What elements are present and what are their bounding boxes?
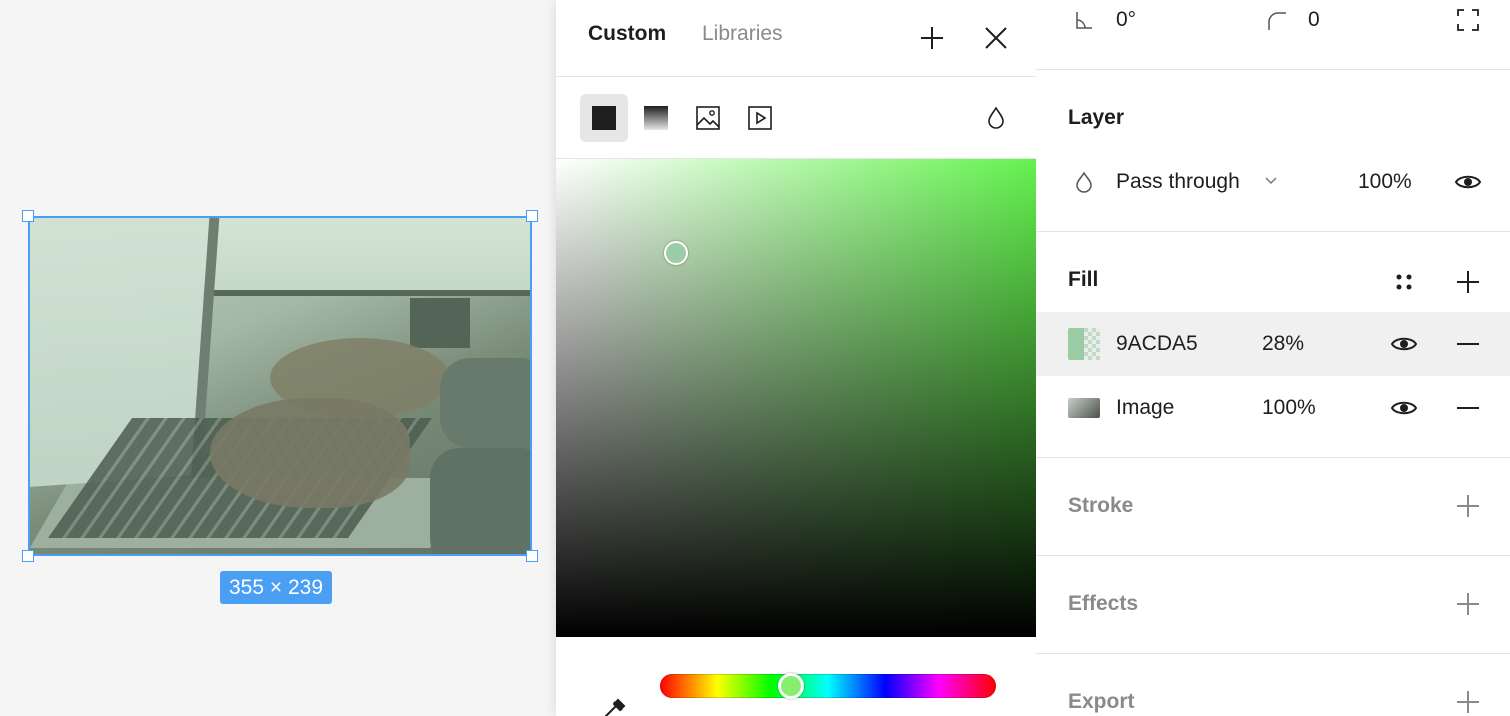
eye-icon[interactable] <box>1390 333 1418 355</box>
selected-image-frame[interactable] <box>28 216 532 556</box>
saturation-brightness-area[interactable] <box>556 159 1036 637</box>
resize-handle-bottom-right[interactable] <box>526 550 538 562</box>
image-fill-opacity[interactable]: 100% <box>1262 396 1316 420</box>
transform-section: 0° 0 <box>1036 0 1510 70</box>
stroke-section: Stroke <box>1036 458 1510 556</box>
remove-fill-icon[interactable] <box>1456 398 1480 418</box>
fill-opacity[interactable]: 28% <box>1262 332 1304 356</box>
solid-fill-button[interactable] <box>580 94 628 142</box>
eyedropper-button[interactable] <box>600 696 628 716</box>
hue-slider[interactable] <box>660 673 996 699</box>
independent-corners-icon[interactable] <box>1456 8 1480 32</box>
image-fill-button[interactable] <box>684 94 732 142</box>
layer-opacity[interactable]: 100% <box>1358 170 1412 194</box>
picker-header: Custom Libraries <box>556 0 1036 77</box>
plus-icon <box>921 27 943 49</box>
gradient-fill-icon <box>644 106 668 130</box>
color-selector-knob[interactable] <box>664 241 688 265</box>
tab-libraries[interactable]: Libraries <box>702 22 783 46</box>
video-fill-button[interactable] <box>736 94 784 142</box>
resize-handle-bottom-left[interactable] <box>22 550 34 562</box>
image-icon <box>696 106 720 130</box>
resize-handle-top-right[interactable] <box>526 210 538 222</box>
selection-size-badge: 355 × 239 <box>220 571 333 604</box>
video-icon <box>748 106 772 130</box>
blend-mode-dropdown[interactable]: Pass through <box>1116 170 1240 194</box>
rotation-icon <box>1076 12 1092 29</box>
image-thumbnail[interactable] <box>1068 398 1100 418</box>
blend-drop-icon <box>1076 171 1092 193</box>
add-export-icon[interactable] <box>1456 690 1480 714</box>
style-grid-icon[interactable] <box>1392 270 1416 294</box>
corner-radius-value[interactable]: 0 <box>1308 8 1320 32</box>
fill-title: Fill <box>1068 268 1099 291</box>
close-picker-button[interactable] <box>978 20 1014 56</box>
gradient-fill-button[interactable] <box>632 94 680 142</box>
add-fill-icon[interactable] <box>1456 270 1480 294</box>
add-stroke-icon[interactable] <box>1456 494 1480 518</box>
fill-type-toolbar <box>556 77 1036 159</box>
drop-icon <box>988 106 1004 129</box>
resize-handle-top-left[interactable] <box>22 210 34 222</box>
eyedropper-icon <box>604 698 626 716</box>
blend-mode-button[interactable] <box>972 94 1020 142</box>
export-title: Export <box>1068 690 1135 713</box>
add-effect-icon[interactable] <box>1456 592 1480 616</box>
rotation-value[interactable]: 0° <box>1116 8 1136 32</box>
eye-icon[interactable] <box>1390 397 1418 419</box>
properties-panel: 0° 0 Layer Pass through 100% Fill 9ACDA5… <box>1036 0 1510 716</box>
layer-title: Layer <box>1068 106 1125 129</box>
tab-custom[interactable]: Custom <box>588 22 666 46</box>
add-style-button[interactable] <box>914 20 950 56</box>
fill-item-color[interactable]: 9ACDA5 28% <box>1036 312 1510 376</box>
fill-item-image[interactable]: Image 100% <box>1036 376 1510 440</box>
canvas[interactable]: 355 × 239 <box>0 0 556 716</box>
layer-section: Layer Pass through 100% <box>1036 70 1510 232</box>
color-swatch[interactable] <box>1068 328 1100 360</box>
export-section: Export <box>1036 654 1510 716</box>
effects-section: Effects <box>1036 556 1510 654</box>
hue-slider-knob[interactable] <box>778 673 804 699</box>
chevron-down-icon[interactable] <box>1264 176 1278 186</box>
color-picker-popup: Custom Libraries <box>556 0 1036 716</box>
remove-fill-icon[interactable] <box>1456 334 1480 354</box>
image-fill-label[interactable]: Image <box>1116 396 1174 420</box>
effects-title: Effects <box>1068 592 1139 615</box>
eye-icon[interactable] <box>1454 171 1482 193</box>
solid-fill-icon <box>592 106 616 130</box>
stroke-title: Stroke <box>1068 494 1134 517</box>
fill-hex-value[interactable]: 9ACDA5 <box>1116 332 1198 356</box>
corner-radius-icon <box>1268 12 1286 30</box>
fill-tint-overlay <box>30 218 530 554</box>
close-icon <box>985 27 1007 49</box>
